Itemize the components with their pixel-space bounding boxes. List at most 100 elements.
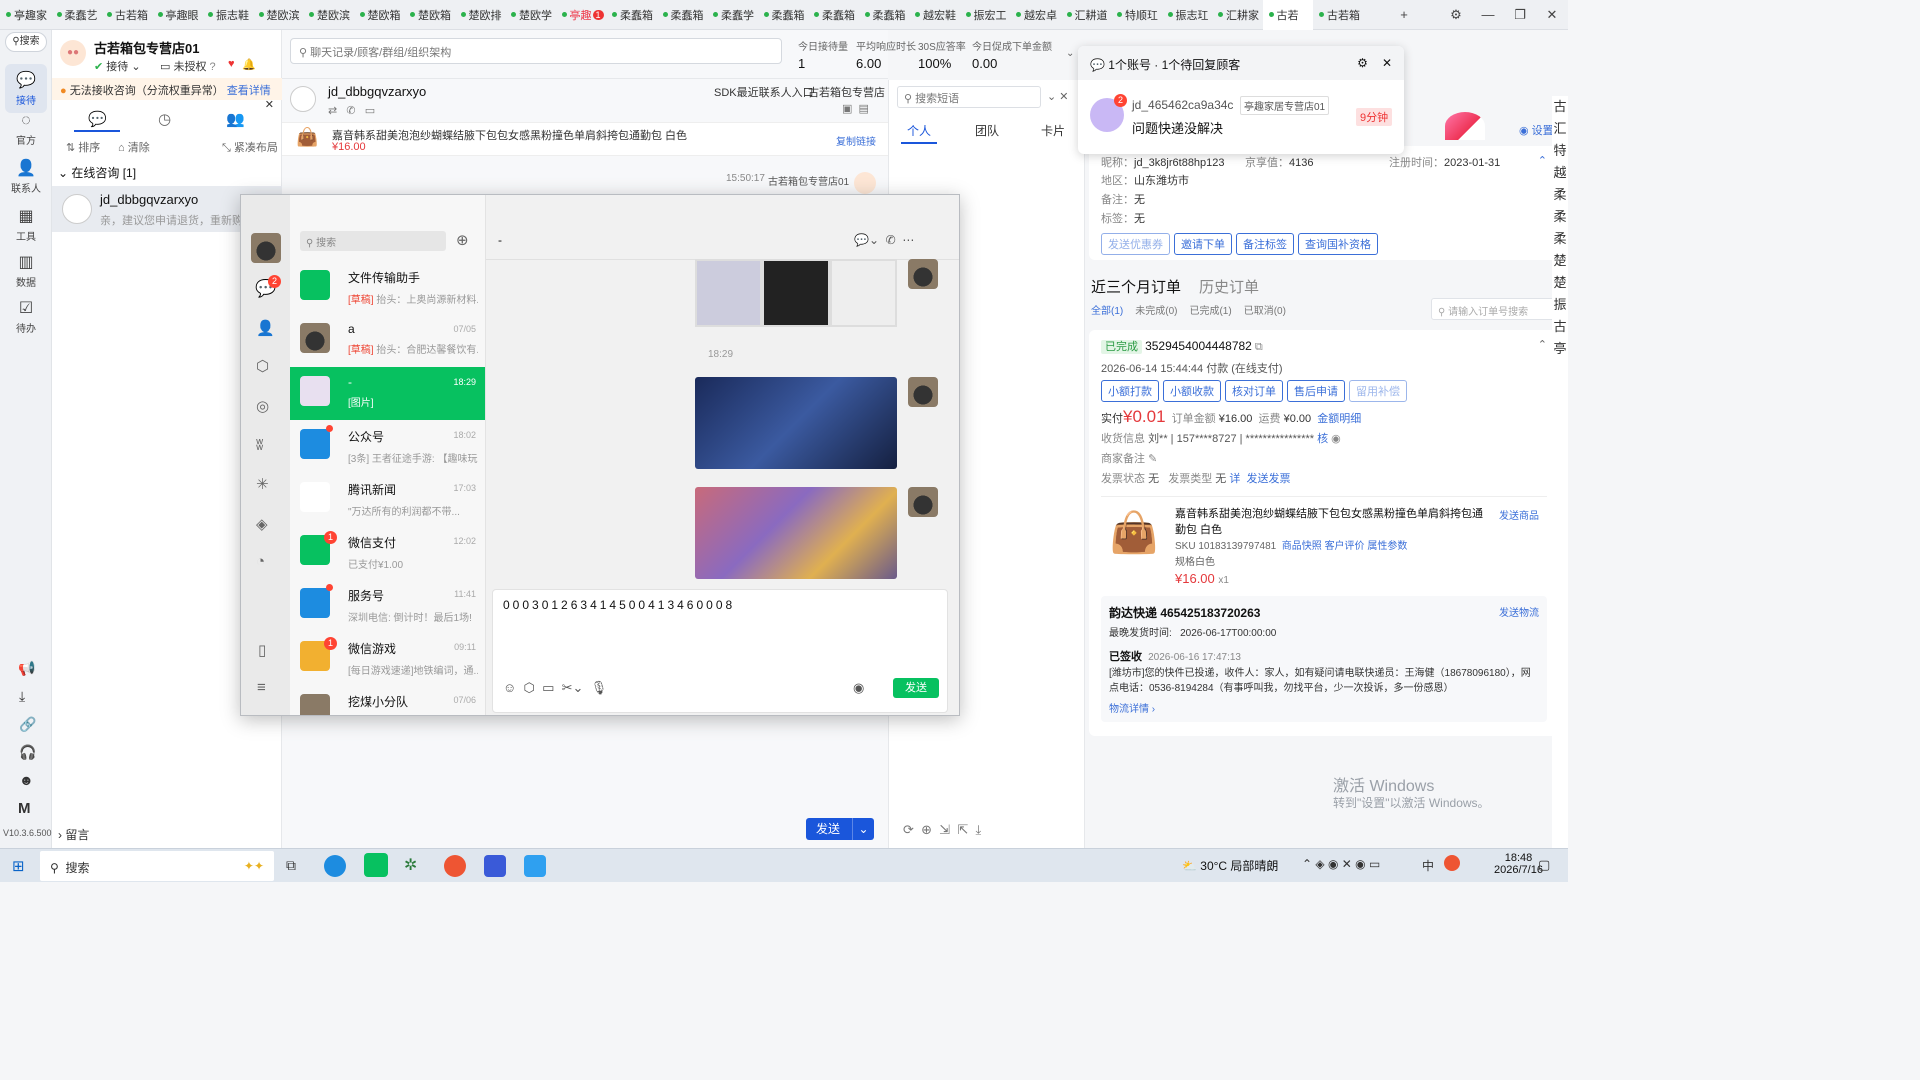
windows-start-icon[interactable]: ⊞: [12, 857, 25, 875]
eye-icon[interactable]: ◉: [1331, 433, 1341, 445]
tab-store-1[interactable]: 柔蠢艺: [51, 0, 102, 30]
logistics-detail-link[interactable]: 物流详情 ›: [1109, 700, 1539, 715]
global-search-input[interactable]: ⚲ 聊天记录/顾客/群组/组织架构: [290, 38, 782, 64]
phrase-search-input[interactable]: ⚲ 搜索短语: [897, 86, 1041, 108]
send-button[interactable]: 发送 ⌄: [806, 818, 874, 840]
order-filter[interactable]: 未完成(0): [1135, 306, 1177, 317]
order-action-button[interactable]: 小额打款: [1101, 380, 1159, 402]
chat-tab-icon[interactable]: 💬: [88, 110, 107, 128]
store-status-toggle[interactable]: ✔ 接待 ⌄: [94, 58, 141, 74]
tab-store-9[interactable]: 楚欧排: [455, 0, 506, 30]
tab-store-0[interactable]: 亭趣家: [0, 0, 51, 30]
sdk-entry[interactable]: SDK最近联系人入口: [714, 84, 814, 100]
tab-personal[interactable]: 个人: [907, 122, 931, 139]
wechat-contact-item[interactable]: - [图片] 18:29: [290, 367, 485, 420]
search-star-icon[interactable]: ✳: [256, 475, 269, 493]
tab-store-5[interactable]: 楚欧滨: [253, 0, 304, 30]
tab-store-3[interactable]: 亭趣眼: [152, 0, 203, 30]
order-action-button[interactable]: 小额收款: [1163, 380, 1221, 402]
compact-layout-button[interactable]: ⤡ 紧凑布局: [222, 139, 278, 155]
wechat-taskbar-icon[interactable]: [364, 853, 388, 877]
clear-button[interactable]: ⌂ 清除: [118, 139, 150, 155]
stats-expand-icon[interactable]: ⌄: [1066, 48, 1074, 59]
tab-store-4[interactable]: 振志鞋: [202, 0, 253, 30]
image-message[interactable]: [695, 259, 897, 327]
order-filter[interactable]: 全部(1): [1091, 306, 1123, 317]
collapse-up-icon[interactable]: ⌃: [1538, 338, 1547, 351]
tab-store-17[interactable]: 柔蠢箱: [859, 0, 910, 30]
wechat-contact-item[interactable]: 腾讯新闻 "万达所有的利润都不带... 17:03: [290, 473, 485, 526]
wechat-contact-item[interactable]: 1 微信支付 已支付¥1.00 12:02: [290, 526, 485, 579]
message-input-box[interactable]: 000301263414500413460008 ☺ ⬡ ▭ ✂⌄ 🎙 ◉ 发送: [492, 589, 948, 713]
chat-header-icons[interactable]: ▣ ▤: [842, 102, 869, 115]
input-toolbar[interactable]: ☺ ⬡ ▭ ✂⌄ 🎙: [503, 680, 607, 696]
tab-store-10[interactable]: 楚欧学: [505, 0, 556, 30]
wechat-contact-item[interactable]: 1 微信游戏 [每日游戏速递]地铁编词，通... 09:11: [290, 632, 485, 685]
game-screenshot-1[interactable]: [695, 377, 897, 469]
wechat-contact-item[interactable]: a [草稿] 抬头：合肥达馨餐饮有... 07/05: [290, 314, 485, 367]
task-view-icon[interactable]: ⧉: [286, 857, 296, 874]
customer-action-button[interactable]: 备注标签: [1236, 233, 1294, 255]
order-search-input[interactable]: ⚲ 请输入订单号搜索: [1431, 298, 1561, 320]
tab-store-18[interactable]: 越宏鞋: [909, 0, 960, 30]
auth-status[interactable]: ▭ 未授权 ?: [160, 58, 216, 74]
copy-link-button[interactable]: 复制链接: [836, 133, 876, 148]
add-icon[interactable]: ⊕: [456, 231, 469, 249]
headset-icon[interactable]: 🎧: [19, 744, 36, 761]
order-filter[interactable]: 已完成(1): [1189, 306, 1231, 317]
tab-store-2[interactable]: 古若箱: [101, 0, 152, 30]
amount-detail-link[interactable]: 金额明细: [1317, 413, 1361, 425]
bell-icon[interactable]: 🔔: [242, 58, 256, 71]
history-tab-icon[interactable]: ◷: [158, 110, 171, 128]
weather[interactable]: ⛅ 30°C 局部晴朗: [1182, 857, 1278, 874]
contacts-icon[interactable]: 👤: [256, 319, 275, 337]
close-icon[interactable]: ✕: [1536, 7, 1568, 23]
settings-link[interactable]: ◉ 设置: [1519, 122, 1554, 138]
wechat-send-button[interactable]: 发送: [893, 678, 939, 698]
games-icon[interactable]: ◔: [256, 553, 265, 570]
tab-store-13[interactable]: 柔蠢箱: [657, 0, 708, 30]
tab-store-25[interactable]: 古若: [1262, 0, 1313, 30]
close-icon[interactable]: ✕: [265, 98, 274, 111]
notify-message[interactable]: 问题快递没解决: [1132, 118, 1223, 137]
tab-history-orders[interactable]: 历史订单: [1199, 276, 1259, 297]
rail-item-todo[interactable]: ☑ 待办: [5, 298, 47, 335]
customer-action-button[interactable]: 查询国补资格: [1298, 233, 1378, 255]
copy-icon[interactable]: ⧉: [1255, 341, 1263, 353]
tray-icons[interactable]: ⌃ ◈ ◉ ✕ ◉ ▭: [1302, 857, 1380, 871]
tab-store-19[interactable]: 振宏工: [960, 0, 1011, 30]
message-input[interactable]: 000301263414500413460008: [503, 598, 735, 612]
game-screenshot-2[interactable]: [695, 487, 897, 579]
settings-icon[interactable]: ⚙: [1357, 56, 1368, 70]
tab-store-8[interactable]: 楚欧箱: [404, 0, 455, 30]
link-icon[interactable]: 🔗: [19, 716, 36, 733]
tab-store-16[interactable]: 柔蠢箱: [808, 0, 859, 30]
tab-recent-orders[interactable]: 近三个月订单: [1091, 276, 1181, 297]
rail-item-contacts[interactable]: 👤 联系人: [5, 158, 47, 195]
order-action-button[interactable]: 留用补偿: [1349, 380, 1407, 402]
tab-store-11[interactable]: 亭趣 1: [556, 0, 607, 30]
wechat-contact-item[interactable]: 文件传输助手 [草稿] 抬头：上奥尚源新材料...: [290, 261, 485, 314]
robot-icon[interactable]: ☻: [19, 772, 34, 788]
rail-item-official[interactable]: ◌ 官方: [5, 112, 47, 147]
tab-store-14[interactable]: 柔蠢学: [707, 0, 758, 30]
send-invoice-link[interactable]: 发送发票: [1246, 473, 1290, 485]
app-icon[interactable]: ✲: [404, 855, 417, 875]
edit-icon[interactable]: ✎: [1148, 453, 1157, 465]
tab-store-23[interactable]: 振志玒: [1162, 0, 1213, 30]
chevron-down-icon[interactable]: ⌄: [852, 818, 874, 840]
app-red-icon[interactable]: [444, 855, 466, 877]
settings-icon[interactable]: ⚙: [1440, 7, 1472, 23]
m-logo-icon[interactable]: M: [18, 800, 31, 817]
rail-item-tools[interactable]: ▦ 工具: [5, 206, 47, 243]
chat-tools-icons[interactable]: 💬⌄ ✆ ⋯: [854, 233, 914, 247]
tab-store-20[interactable]: 越宏卓: [1010, 0, 1061, 30]
tab-store-26[interactable]: 古若箱: [1313, 0, 1364, 30]
wechat-contact-item[interactable]: 服务号 深圳电信: 倒计时！最后1场! 11:41: [290, 579, 485, 632]
leave-message-group[interactable]: › 留言: [58, 826, 89, 843]
wechat-search-input[interactable]: ⚲ 搜索: [300, 231, 446, 251]
customer-action-button[interactable]: 发送优惠券: [1101, 233, 1170, 255]
sogou-icon[interactable]: [1444, 855, 1460, 871]
wechat-contact-item[interactable]: 公众号 [3条] 王者征途手游: 【趣味玩... 18:02: [290, 420, 485, 473]
group-tab-icon[interactable]: 👥: [226, 110, 245, 128]
